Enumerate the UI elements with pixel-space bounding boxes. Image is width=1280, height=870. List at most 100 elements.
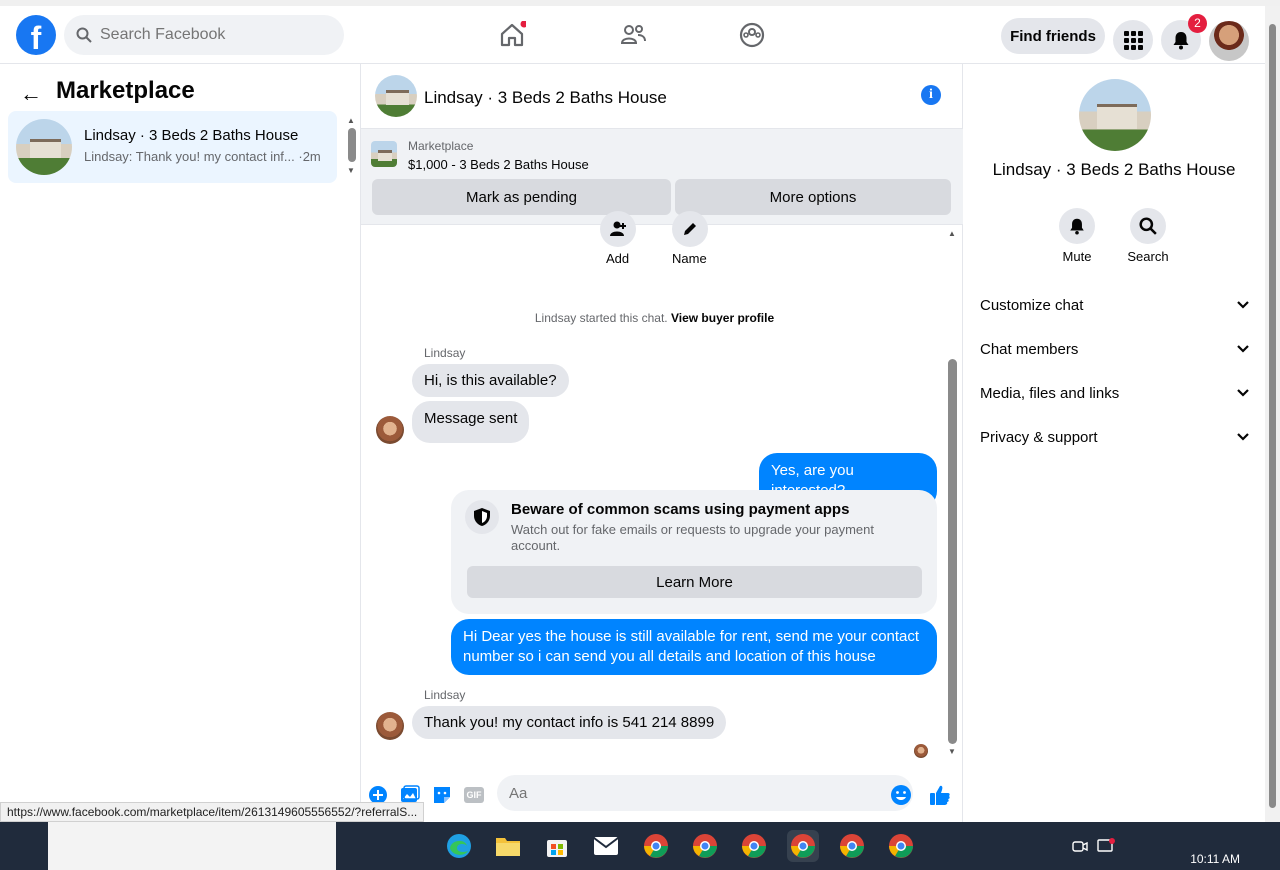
seen-indicator-avatar — [914, 744, 928, 758]
listing-thumbnail — [16, 119, 72, 175]
scroll-up-icon[interactable]: ▲ — [347, 116, 355, 125]
shield-icon — [465, 500, 499, 534]
find-friends-button[interactable]: Find friends — [1001, 18, 1105, 54]
section-label: Media, files and links — [980, 384, 1120, 402]
name-button[interactable] — [672, 211, 708, 247]
chevron-down-icon — [1236, 385, 1250, 402]
mute-label: Mute — [1062, 249, 1092, 264]
add-label: Add — [606, 251, 630, 266]
page-scrollbar-thumb[interactable] — [1269, 24, 1276, 808]
scroll-down-icon[interactable]: ▼ — [347, 166, 355, 175]
conversation-item[interactable]: Lindsay · 3 Beds 2 Baths House Lindsay: … — [8, 111, 337, 183]
emoji-icon[interactable] — [890, 784, 912, 806]
friends-icon[interactable] — [618, 20, 648, 50]
chat-scrollbar-thumb[interactable] — [948, 359, 957, 744]
search-icon — [76, 27, 92, 43]
taskbar-search-area[interactable] — [48, 822, 336, 870]
sender-name: Lindsay — [424, 346, 466, 360]
clock-time: 10:11 AM — [1190, 852, 1240, 866]
chat-header: Lindsay · 3 Beds 2 Baths House i — [361, 64, 963, 128]
meet-now-icon[interactable] — [1068, 830, 1092, 862]
chevron-down-icon — [1236, 297, 1250, 314]
search-label: Search — [1127, 249, 1169, 264]
conversations-panel: ← Marketplace Lindsay · 3 Beds 2 Baths H… — [0, 64, 361, 822]
top-navigation-bar: f Find friends 2 — [0, 0, 1280, 64]
chevron-down-icon — [1236, 429, 1250, 446]
section-customize-chat[interactable]: Customize chat — [980, 293, 1250, 317]
message-composer: GIF — [361, 769, 963, 819]
sticker-icon[interactable] — [431, 784, 453, 806]
chat-details-avatar[interactable] — [1079, 79, 1151, 151]
chat-avatar[interactable] — [375, 75, 417, 117]
search-input[interactable] — [100, 26, 320, 44]
scroll-up-icon[interactable]: ▲ — [948, 229, 956, 238]
edge-icon[interactable] — [443, 830, 475, 862]
incoming-message[interactable]: Thank you! my contact info is 541 214 88… — [412, 706, 727, 739]
system-message: Lindsay started this chat. View buyer pr… — [361, 311, 948, 325]
facebook-logo[interactable]: f — [16, 15, 56, 55]
chrome-icon[interactable] — [640, 830, 672, 862]
page-scrollbar[interactable] — [1265, 6, 1280, 822]
gif-button[interactable]: GIF — [463, 784, 485, 806]
conversations-scrollbar-thumb[interactable] — [348, 128, 356, 162]
add-person-button[interactable] — [600, 211, 636, 247]
chrome-icon[interactable] — [689, 830, 721, 862]
chat-panel: Lindsay · 3 Beds 2 Baths House i Marketp… — [361, 64, 963, 822]
listing-price[interactable]: $1,000 - 3 Beds 2 Baths House — [408, 157, 589, 172]
chrome-icon[interactable] — [836, 830, 868, 862]
system-message-text: Lindsay started this chat. — [534, 311, 668, 325]
section-media-files-links[interactable]: Media, files and links — [980, 381, 1250, 405]
message-input-box[interactable] — [497, 775, 913, 811]
scam-warning-card: Beware of common scams using payment app… — [451, 490, 937, 614]
message-input[interactable] — [509, 784, 869, 802]
mark-as-pending-button[interactable]: Mark as pending — [372, 179, 671, 215]
chat-title[interactable]: Lindsay · 3 Beds 2 Baths House — [424, 88, 667, 108]
conversation-title: Lindsay · 3 Beds 2 Baths House — [84, 127, 299, 144]
bell-icon — [1173, 32, 1189, 50]
add-person-icon — [610, 221, 626, 236]
file-explorer-icon[interactable] — [492, 830, 524, 862]
warning-text: Watch out for fake emails or requests to… — [511, 522, 874, 553]
chrome-icon-active[interactable] — [787, 830, 819, 862]
view-buyer-profile-link[interactable]: View buyer profile — [671, 311, 774, 325]
sender-avatar[interactable] — [376, 712, 404, 740]
mute-button[interactable] — [1059, 208, 1095, 244]
chat-details-panel: Lindsay · 3 Beds 2 Baths House Mute Sear… — [963, 64, 1265, 822]
notifications-button[interactable]: 2 — [1161, 14, 1207, 60]
name-label: Name — [672, 251, 707, 266]
incoming-message[interactable]: Hi, is this available? — [412, 364, 569, 397]
back-arrow-icon[interactable]: ← — [20, 81, 42, 107]
profile-avatar[interactable] — [1209, 21, 1249, 61]
section-label: Chat members — [980, 340, 1079, 358]
sender-name: Lindsay — [424, 688, 466, 702]
outgoing-message[interactable]: Hi Dear yes the house is still available… — [451, 619, 937, 675]
more-options-button[interactable]: More options — [675, 179, 951, 215]
section-privacy-support[interactable]: Privacy & support — [980, 425, 1250, 449]
menu-grid-icon[interactable] — [1113, 20, 1153, 60]
chrome-icon[interactable] — [738, 830, 770, 862]
incoming-message[interactable]: Message sent — [412, 401, 530, 443]
section-chat-members[interactable]: Chat members — [980, 337, 1250, 361]
chat-scrollbar[interactable]: ▲ ▼ — [945, 229, 960, 759]
info-icon[interactable]: i — [921, 85, 941, 105]
chevron-down-icon — [1236, 341, 1250, 358]
listing-bar: Marketplace $1,000 - 3 Beds 2 Baths Hous… — [361, 128, 963, 225]
conversations-scrollbar[interactable]: ▲ ▼ — [347, 116, 357, 176]
learn-more-button[interactable]: Learn More — [467, 566, 922, 598]
search-box[interactable] — [64, 15, 344, 55]
chrome-icon[interactable] — [885, 830, 917, 862]
home-icon[interactable] — [497, 20, 527, 50]
scroll-down-icon[interactable]: ▼ — [948, 747, 956, 756]
notification-badge: 2 — [1188, 14, 1207, 33]
mail-icon[interactable] — [590, 830, 622, 862]
link-status-url: https://www.facebook.com/marketplace/ite… — [0, 802, 425, 822]
bell-icon — [1070, 218, 1084, 235]
sender-avatar[interactable] — [376, 416, 404, 444]
search-in-chat-button[interactable] — [1130, 208, 1166, 244]
panel-title: Marketplace — [56, 77, 195, 104]
groups-icon[interactable] — [737, 20, 767, 50]
store-icon[interactable] — [541, 830, 573, 862]
conversation-preview: Lindsay: Thank you! my contact inf... ·2… — [84, 149, 321, 164]
screen-share-icon[interactable] — [1094, 830, 1118, 862]
like-thumb-icon[interactable] — [929, 784, 951, 806]
